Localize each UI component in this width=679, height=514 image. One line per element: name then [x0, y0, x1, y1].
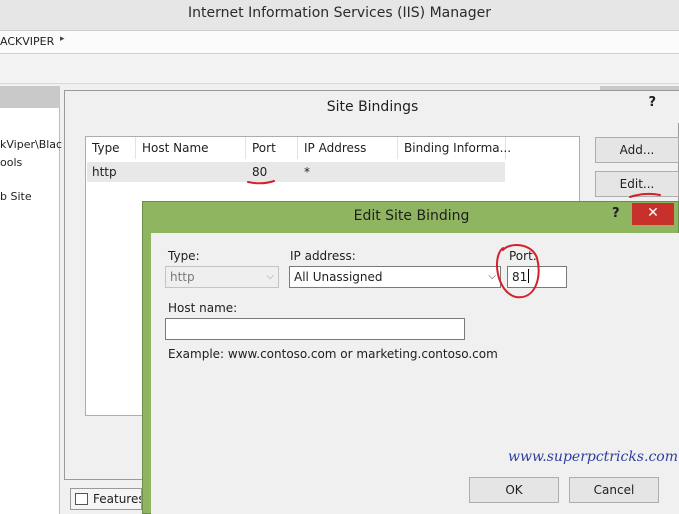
- breadcrumb-arrow-icon[interactable]: ▸: [60, 34, 65, 44]
- edit-site-binding-dialog: Edit Site Binding ? ✕ Type: http ⌵ IP ad…: [142, 201, 679, 514]
- column-host-name[interactable]: Host Name: [136, 137, 246, 159]
- column-ip-address[interactable]: IP Address: [298, 137, 398, 159]
- column-port[interactable]: Port: [246, 137, 298, 159]
- table-row[interactable]: [87, 162, 505, 182]
- tree-item-server[interactable]: kViper\Blac: [0, 138, 62, 151]
- column-binding-info[interactable]: Binding Informa...: [398, 137, 511, 159]
- connections-pane: kViper\Blac ools b Site: [0, 86, 62, 514]
- connections-pane-header: [0, 86, 60, 108]
- cell-ip-address: *: [304, 165, 310, 179]
- cancel-button[interactable]: Cancel: [569, 477, 659, 503]
- menu-strip: [0, 54, 679, 84]
- type-label: Type:: [168, 249, 200, 263]
- chevron-down-icon[interactable]: ⌵: [488, 267, 496, 287]
- cell-port: 80: [252, 165, 268, 179]
- edit-binding-button[interactable]: Edit...: [595, 171, 679, 197]
- host-name-input[interactable]: [165, 318, 465, 340]
- ip-address-label: IP address:: [290, 249, 356, 263]
- features-view-tab[interactable]: Features View: [70, 488, 142, 510]
- type-select: http ⌵: [165, 266, 279, 288]
- chevron-down-icon: ⌵: [266, 271, 274, 282]
- host-name-label: Host name:: [168, 301, 238, 315]
- edit-site-binding-title: Edit Site Binding: [353, 208, 470, 224]
- features-view-label: Features View: [93, 492, 142, 506]
- ok-button[interactable]: OK: [469, 477, 559, 503]
- edit-site-binding-body: Type: http ⌵ IP address: All Unassigned …: [151, 233, 679, 514]
- cell-type: http: [92, 165, 117, 179]
- tree-item-app-pools[interactable]: ools: [0, 156, 22, 169]
- tree-item-web-site[interactable]: b Site: [0, 190, 32, 203]
- site-bindings-title: Site Bindings: [65, 91, 679, 123]
- address-bar[interactable]: ACKVIPER ▸: [0, 30, 679, 54]
- features-view-icon: [75, 493, 88, 505]
- port-input[interactable]: 81: [507, 266, 567, 288]
- close-icon[interactable]: ✕: [632, 203, 674, 225]
- port-value: 81: [512, 270, 528, 284]
- column-type[interactable]: Type: [86, 137, 136, 159]
- watermark-text: www.superpctricks.com™: [508, 449, 679, 465]
- help-icon[interactable]: ?: [612, 206, 620, 221]
- breadcrumb-server[interactable]: ACKVIPER: [0, 35, 54, 48]
- text-cursor: [528, 269, 530, 283]
- ip-address-value: All Unassigned: [294, 270, 383, 284]
- cell-host-name: [136, 162, 142, 182]
- host-name-example: Example: www.contoso.com or marketing.co…: [168, 347, 498, 361]
- add-binding-button[interactable]: Add...: [595, 137, 679, 163]
- help-icon[interactable]: ?: [648, 95, 656, 110]
- window-title: Internet Information Services (IIS) Mana…: [0, 0, 679, 30]
- port-label: Port:: [509, 249, 537, 263]
- type-value: http: [170, 270, 195, 284]
- ip-address-select[interactable]: All Unassigned ⌵: [289, 266, 501, 288]
